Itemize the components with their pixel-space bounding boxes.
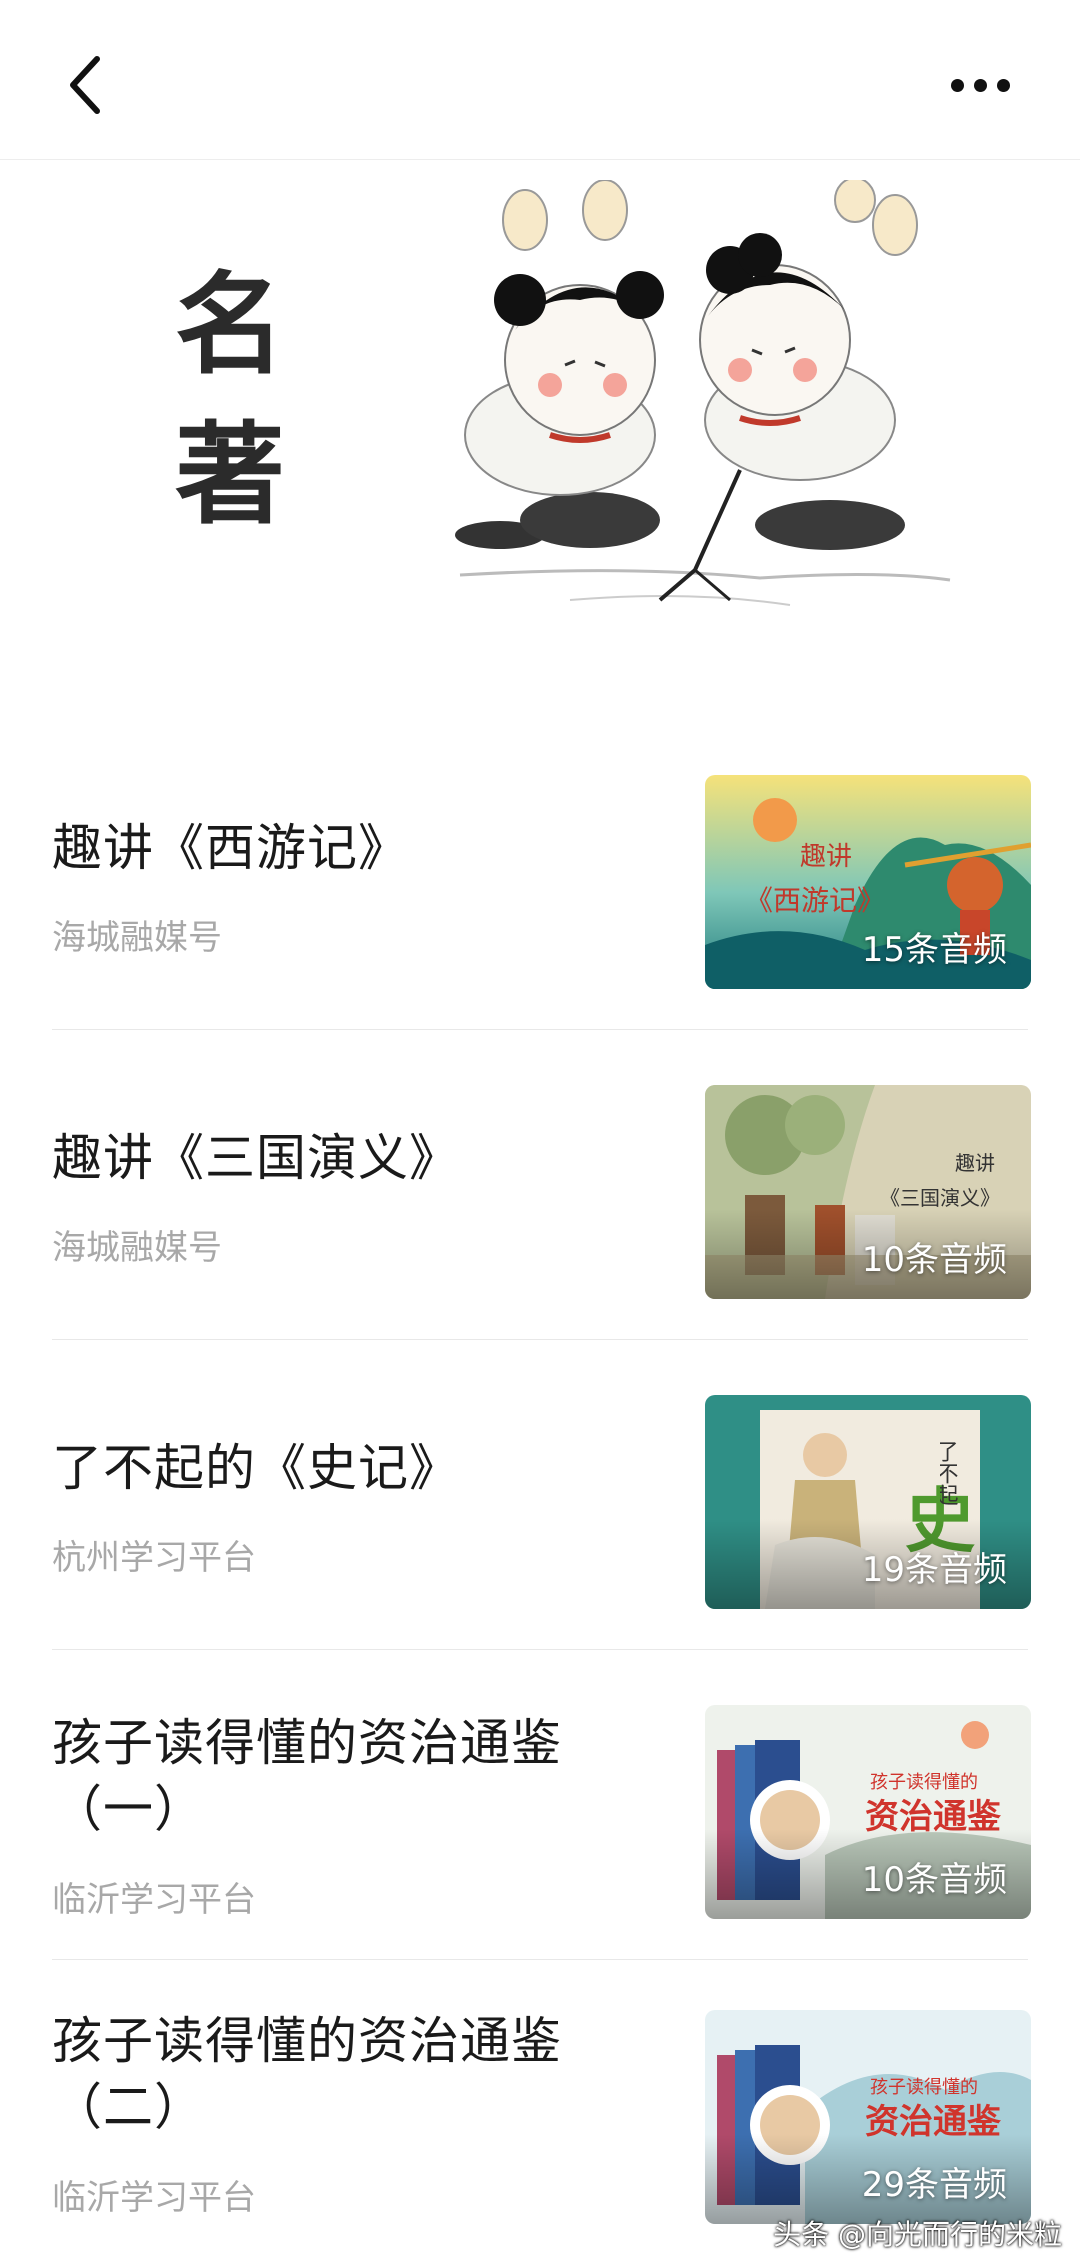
audio-count: 10条音频: [861, 1860, 1007, 1900]
item-source: 杭州学习平台: [52, 1538, 256, 1578]
list-item[interactable]: 孩子读得懂的资治通鉴（一） 临沂学习平台 孩子读得懂的 资治通鉴 10条音频: [0, 1650, 1080, 1960]
item-title: 了不起的《史记》: [52, 1439, 460, 1497]
more-dots-icon: [950, 78, 964, 92]
item-thumbnail[interactable]: 孩子读得懂的 资治通鉴 29条音频: [705, 2010, 1031, 2224]
audio-count: 19条音频: [861, 1550, 1007, 1590]
thumb-text-a: 孩子读得懂的: [870, 1772, 978, 1793]
list-item[interactable]: 趣讲《三国演义》 海城融媒号 趣讲 《三国演义》 10条音频: [0, 1030, 1080, 1340]
back-button[interactable]: [50, 45, 120, 125]
more-dot: [996, 78, 1010, 92]
audio-count: 15条音频: [861, 930, 1007, 970]
item-thumbnail[interactable]: 趣讲 《三国演义》 10条音频: [705, 1085, 1031, 1299]
thumb-text-a: 了不起: [940, 1440, 959, 1506]
item-thumbnail[interactable]: 趣讲 《西游记》 15条音频: [705, 775, 1031, 989]
banner-title: 名 著: [175, 250, 295, 550]
thumb-text-b: 《三国演义》: [880, 1186, 1000, 1210]
item-source: 海城融媒号: [52, 1228, 222, 1268]
list-item[interactable]: 了不起的《史记》 杭州学习平台 史 了不起 19条音频: [0, 1340, 1080, 1650]
item-title: 孩子读得懂的资治通鉴（二）: [52, 2012, 562, 2136]
thumb-text-a: 趣讲: [800, 842, 852, 872]
audio-count: 29条音频: [861, 2165, 1007, 2205]
watermark: 头条 @向光而行的米粒: [773, 2218, 1062, 2251]
thumbnail-caption: 了不起: [940, 1440, 959, 1506]
thumbnail-caption: 趣讲 《西游记》: [745, 842, 885, 917]
item-title: 孩子读得懂的资治通鉴（一）: [52, 1714, 562, 1838]
more-button[interactable]: [920, 55, 1040, 115]
chevron-left-icon: [70, 56, 100, 114]
thumb-text-a: 趣讲: [955, 1151, 995, 1175]
thumb-text-a: 孩子读得懂的: [870, 2077, 978, 2098]
item-source: 临沂学习平台: [52, 1880, 256, 1920]
list-item[interactable]: 趣讲《西游记》 海城融媒号 趣讲 《西游记》 15条音频: [0, 720, 1080, 1030]
item-source: 海城融媒号: [52, 918, 222, 958]
banner-illustration: [455, 180, 951, 606]
category-banner: 名 著: [0, 160, 1080, 720]
banner-title-line2: 著: [175, 411, 285, 539]
top-bar: [0, 0, 1080, 160]
banner-title-line1: 名: [175, 261, 285, 389]
item-title: 趣讲《三国演义》: [52, 1129, 460, 1187]
item-source: 临沂学习平台: [52, 2178, 256, 2218]
item-title: 趣讲《西游记》: [52, 819, 409, 877]
item-thumbnail[interactable]: 孩子读得懂的 资治通鉴 10条音频: [705, 1705, 1031, 1919]
item-thumbnail[interactable]: 史 了不起 19条音频: [705, 1395, 1031, 1609]
audio-count: 10条音频: [861, 1240, 1007, 1280]
more-dot: [973, 78, 987, 92]
thumb-text-b: 《西游记》: [745, 884, 885, 917]
